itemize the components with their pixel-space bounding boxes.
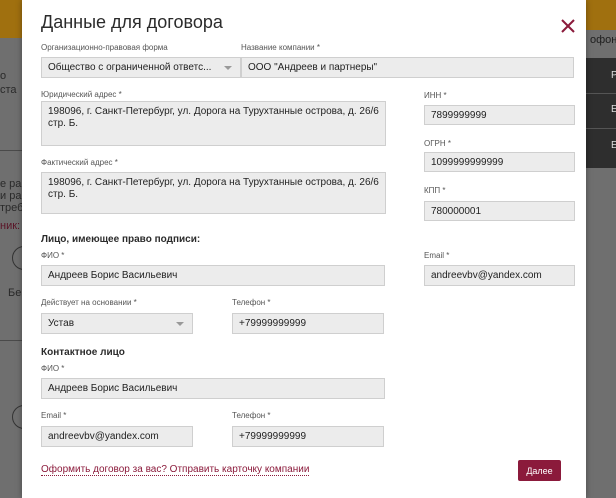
ogrn-label: ОГРН * — [424, 139, 452, 148]
contact-phone-input[interactable]: +79999999999 — [232, 426, 384, 447]
background-text: треб — [0, 202, 22, 214]
background-text: ста — [0, 84, 17, 96]
background-text: Р — [611, 70, 616, 81]
contact-fio-input[interactable]: Андреев Борис Васильевич — [41, 378, 385, 399]
background-text: Е — [611, 104, 616, 115]
actual-address-textarea[interactable]: 198096, г. Санкт-Петербург, ул. Дорога н… — [41, 172, 386, 214]
company-name-input[interactable]: ООО "Андреев и партнеры" — [241, 57, 574, 78]
chevron-down-icon — [176, 321, 184, 326]
background-divider — [586, 93, 616, 94]
company-name-label: Название компании * — [241, 43, 320, 52]
basis-label: Действует на основании * — [41, 298, 137, 307]
close-icon[interactable] — [559, 17, 577, 35]
basis-select[interactable]: Устав — [41, 313, 193, 334]
contact-email-input[interactable]: andreevbv@yandex.com — [41, 426, 193, 447]
kpp-input[interactable]: 780000001 — [424, 201, 575, 221]
contact-phone-label: Телефон * — [232, 411, 271, 420]
background-text: Бе — [8, 287, 22, 299]
background-orange-block — [0, 0, 22, 38]
background-text: Е — [611, 140, 616, 151]
actual-address-label: Фактический адрес * — [41, 158, 118, 167]
contact-fio-label: ФИО * — [41, 364, 65, 373]
signatory-email-label: Email * — [424, 251, 450, 260]
signatory-section-title: Лицо, имеющее право подписи: — [41, 234, 201, 245]
legal-address-label: Юридический адрес * — [41, 90, 122, 99]
signatory-fio-input[interactable]: Андреев Борис Васильевич — [41, 265, 385, 286]
chevron-down-icon — [224, 65, 232, 70]
send-company-card-link[interactable]: Оформить договор за вас? Отправить карто… — [41, 464, 310, 476]
org-form-select[interactable]: Общество с ограниченной ответс... — [41, 57, 241, 78]
contract-data-modal: Данные для договора Организационно-право… — [22, 0, 586, 498]
contact-email-label: Email * — [41, 411, 67, 420]
signatory-email-input[interactable]: andreevbv@yandex.com — [424, 265, 575, 286]
background-text: офон — [590, 34, 616, 46]
contact-section-title: Контактное лицо — [41, 347, 125, 358]
basis-value: Устав — [48, 318, 75, 329]
background-divider — [0, 150, 22, 151]
legal-address-textarea[interactable]: 198096, г. Санкт-Петербург, ул. Дорога н… — [41, 101, 386, 146]
modal-title: Данные для договора — [41, 12, 223, 32]
org-form-label: Организационно-правовая форма — [41, 43, 168, 52]
background-link: ник: — [0, 220, 21, 232]
background-text: е ра — [0, 178, 22, 190]
next-button[interactable]: Далее — [518, 460, 561, 481]
signatory-phone-label: Телефон * — [232, 298, 271, 307]
background-orange-block — [586, 0, 616, 30]
kpp-label: КПП * — [424, 186, 446, 195]
ogrn-input[interactable]: 1099999999999 — [424, 152, 575, 172]
org-form-value: Общество с ограниченной ответс... — [48, 62, 212, 73]
background-divider — [0, 340, 22, 341]
inn-label: ИНН * — [424, 91, 447, 100]
signatory-fio-label: ФИО * — [41, 251, 65, 260]
signatory-phone-input[interactable]: +79999999999 — [232, 313, 384, 334]
background-text: о — [0, 70, 7, 82]
background-text: и ра — [0, 190, 22, 202]
background-divider — [586, 128, 616, 129]
inn-input[interactable]: 7899999999 — [424, 105, 575, 125]
